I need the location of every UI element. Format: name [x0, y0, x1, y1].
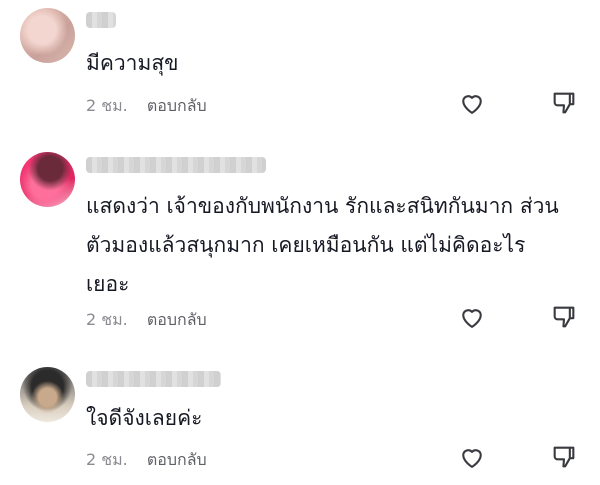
reply-button[interactable]: ตอบกลับ	[147, 450, 207, 469]
reply-button[interactable]: ตอบกลับ	[147, 310, 207, 329]
thumbs-down-icon[interactable]	[550, 303, 578, 331]
comment-text: แสดงว่า เจ้าของกับพนักงาน รักและสนิทกันม…	[86, 194, 559, 296]
avatar[interactable]	[20, 8, 75, 63]
comment-meta: 2 ชม. ตอบกลับ	[86, 308, 207, 333]
comment-time: 2 ชม.	[86, 310, 128, 329]
heart-icon[interactable]	[458, 303, 486, 331]
comment-text: ใจดีจังเลยค่ะ	[86, 406, 203, 430]
username-blurred[interactable]	[86, 157, 266, 173]
comment-time: 2 ชม.	[86, 96, 128, 115]
thumbs-down-icon[interactable]	[550, 443, 578, 471]
thumbs-down-icon[interactable]	[550, 89, 578, 117]
username-blurred[interactable]	[86, 371, 221, 387]
comment-meta: 2 ชม. ตอบกลับ	[86, 94, 207, 119]
heart-icon[interactable]	[458, 89, 486, 117]
comment-time: 2 ชม.	[86, 450, 128, 469]
avatar[interactable]	[20, 367, 75, 422]
comment-text: มีความสุข	[86, 51, 179, 75]
comment-meta: 2 ชม. ตอบกลับ	[86, 448, 207, 473]
reply-button[interactable]: ตอบกลับ	[147, 96, 207, 115]
avatar[interactable]	[20, 152, 75, 207]
username-blurred[interactable]	[86, 12, 116, 28]
heart-icon[interactable]	[458, 443, 486, 471]
